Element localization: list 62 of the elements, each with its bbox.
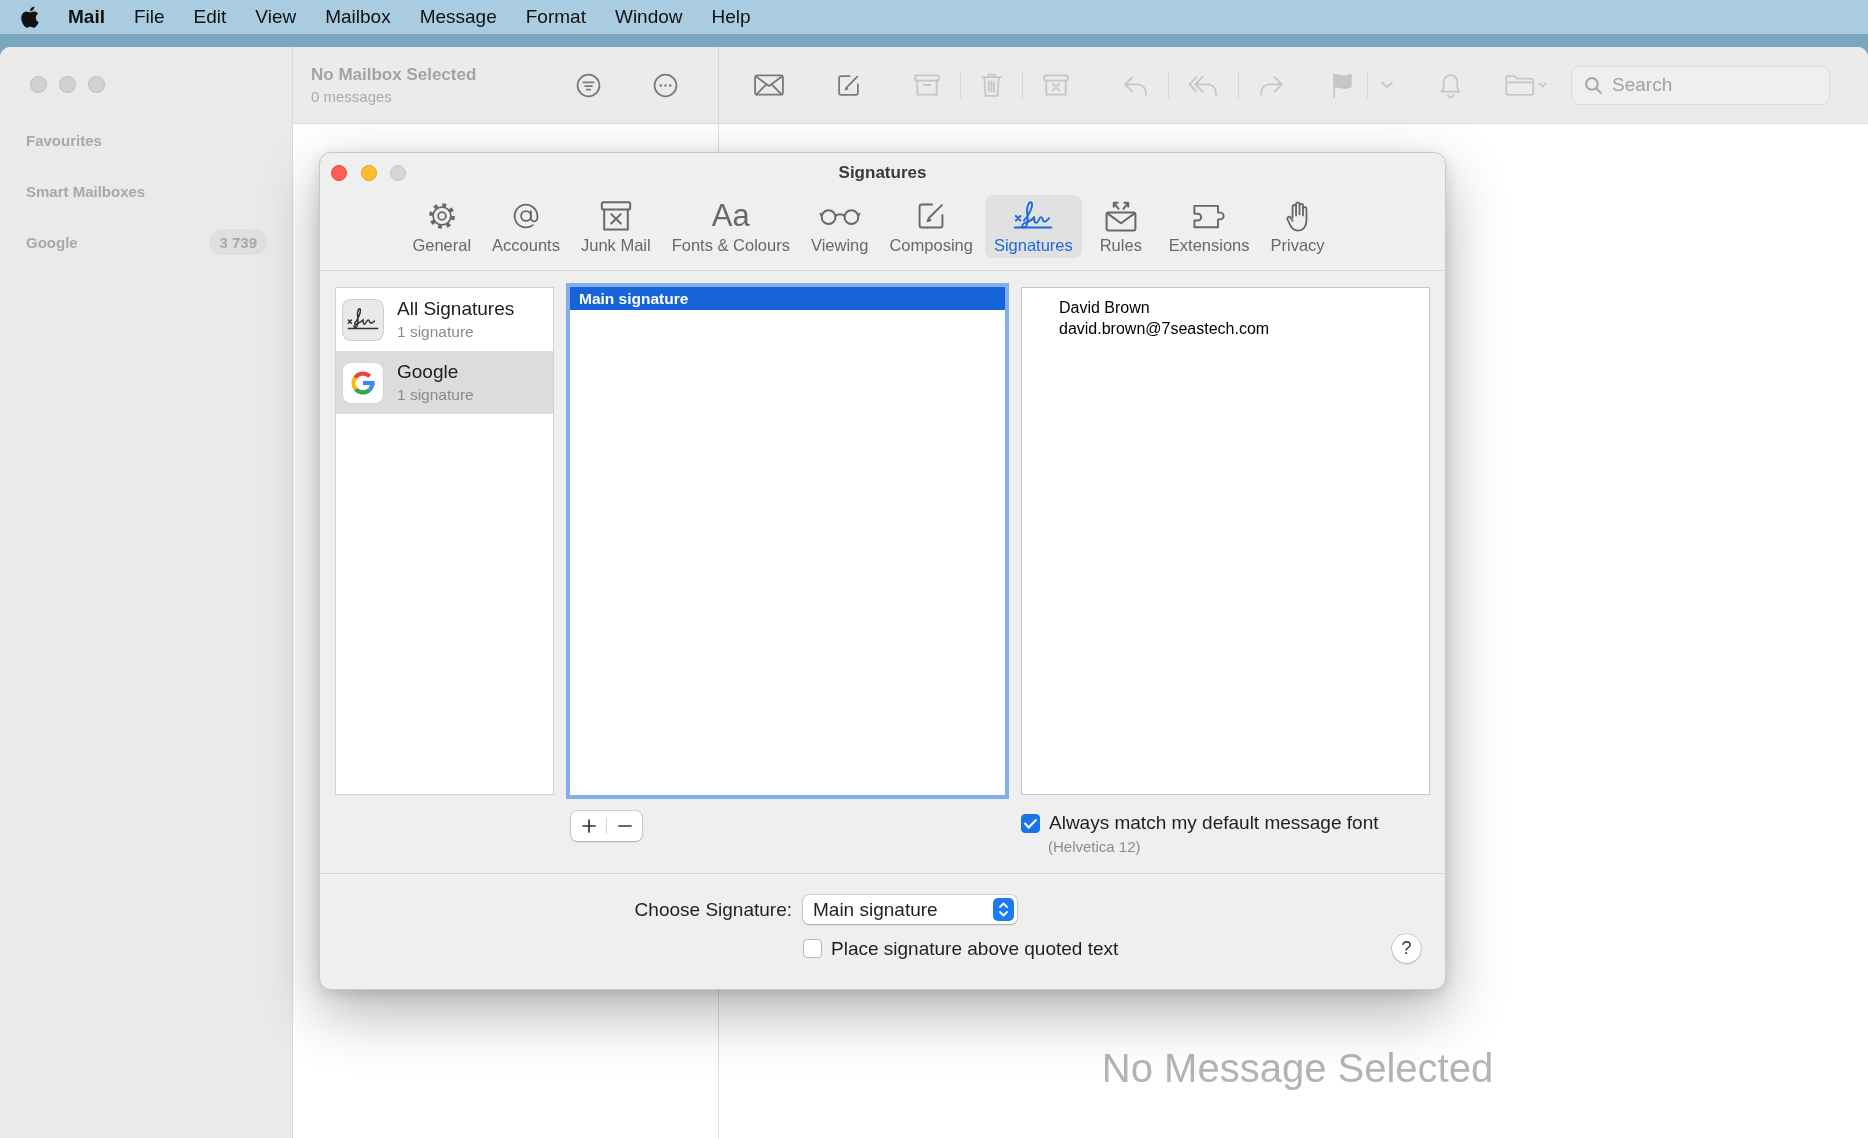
preferences-tab[interactable]: Accounts	[483, 195, 569, 258]
menu-item[interactable]: Format	[525, 6, 586, 28]
account-list-item[interactable]: All Signatures 1 signature	[336, 288, 553, 351]
search-field[interactable]: Search	[1571, 65, 1830, 105]
checkbox-label[interactable]: Place signature above quoted text	[831, 937, 1119, 960]
stepper-arrows-icon	[993, 898, 1014, 921]
minimize-window-icon[interactable]	[59, 76, 76, 93]
menu-item[interactable]: View	[255, 6, 297, 28]
pencil-square-icon[interactable]	[836, 72, 861, 98]
gear-icon	[426, 201, 457, 231]
account-name: Google	[397, 361, 460, 383]
menu-item[interactable]: Edit	[193, 6, 227, 28]
menu-item[interactable]: Message	[419, 6, 497, 28]
empty-state-text: No Message Selected	[1101, 1045, 1494, 1092]
window-title: Signatures	[838, 163, 927, 183]
search-icon	[1584, 75, 1603, 95]
account-list-item[interactable]: Google 1 signature	[336, 351, 553, 414]
field-label: Choose Signature:	[634, 898, 792, 921]
zoom-window-icon[interactable]	[88, 76, 105, 93]
preferences-tab[interactable]: Junk Mail	[571, 195, 660, 258]
minimize-window-icon[interactable]	[360, 165, 377, 181]
font-note: (Helvetica 12)	[1047, 838, 1142, 855]
plus-icon	[581, 819, 596, 833]
menu-item[interactable]: Mailbox	[325, 6, 391, 28]
envelope-icon[interactable]	[754, 74, 784, 96]
menu-item[interactable]: Help	[711, 6, 751, 28]
close-window-icon[interactable]	[30, 76, 47, 93]
checkbox[interactable]	[1021, 813, 1040, 833]
menu-item[interactable]: Window	[614, 6, 683, 28]
ellipsis-circle-icon[interactable]	[653, 72, 678, 98]
help-button[interactable]: ?	[1392, 934, 1421, 963]
signature-tile-icon	[342, 298, 384, 341]
font-icon: Aa	[711, 200, 750, 232]
preferences-tab[interactable]: Rules	[1084, 195, 1157, 258]
preview-text: David Brown	[1059, 298, 1151, 318]
apple-logo-icon[interactable]	[19, 5, 39, 29]
filter-icon[interactable]	[576, 72, 601, 98]
signature-count: 1 signature	[397, 386, 474, 404]
minus-icon	[617, 825, 632, 827]
preferences-tab[interactable]: Aa Fonts & Colours	[662, 195, 799, 258]
preferences-tab[interactable]: Privacy	[1261, 195, 1334, 258]
preferences-tab[interactable]: Signatures	[984, 195, 1082, 258]
checkbox[interactable]	[803, 939, 822, 958]
preferences-tab[interactable]: Composing	[880, 195, 982, 258]
menu-item[interactable]: File	[133, 6, 165, 28]
signature-popup[interactable]: Main signature	[803, 895, 1017, 924]
close-window-icon[interactable]	[331, 165, 347, 181]
signature-count: 1 signature	[397, 323, 475, 341]
mailbox-title: No Mailbox Selected	[311, 65, 477, 85]
zoom-window-icon	[390, 165, 406, 181]
signature-list-item[interactable]: Main signature	[570, 287, 1005, 310]
preferences-tab[interactable]: General	[403, 195, 481, 258]
google-g-icon	[342, 361, 384, 404]
account-name: All Signatures	[397, 298, 515, 320]
menu-item[interactable]: Mail	[68, 6, 105, 28]
message-count: 0 messages	[311, 88, 393, 105]
preferences-tab[interactable]: Viewing	[801, 195, 878, 258]
preview-text: david.brown@7seastech.com	[1059, 319, 1271, 339]
preferences-tab[interactable]: Extensions	[1159, 195, 1259, 258]
at-sign-icon	[511, 201, 541, 231]
signature-preview[interactable]: David Brown david.brown@7seastech.com	[1021, 287, 1430, 795]
checkbox-label[interactable]: Always match my default message font	[1049, 812, 1379, 834]
